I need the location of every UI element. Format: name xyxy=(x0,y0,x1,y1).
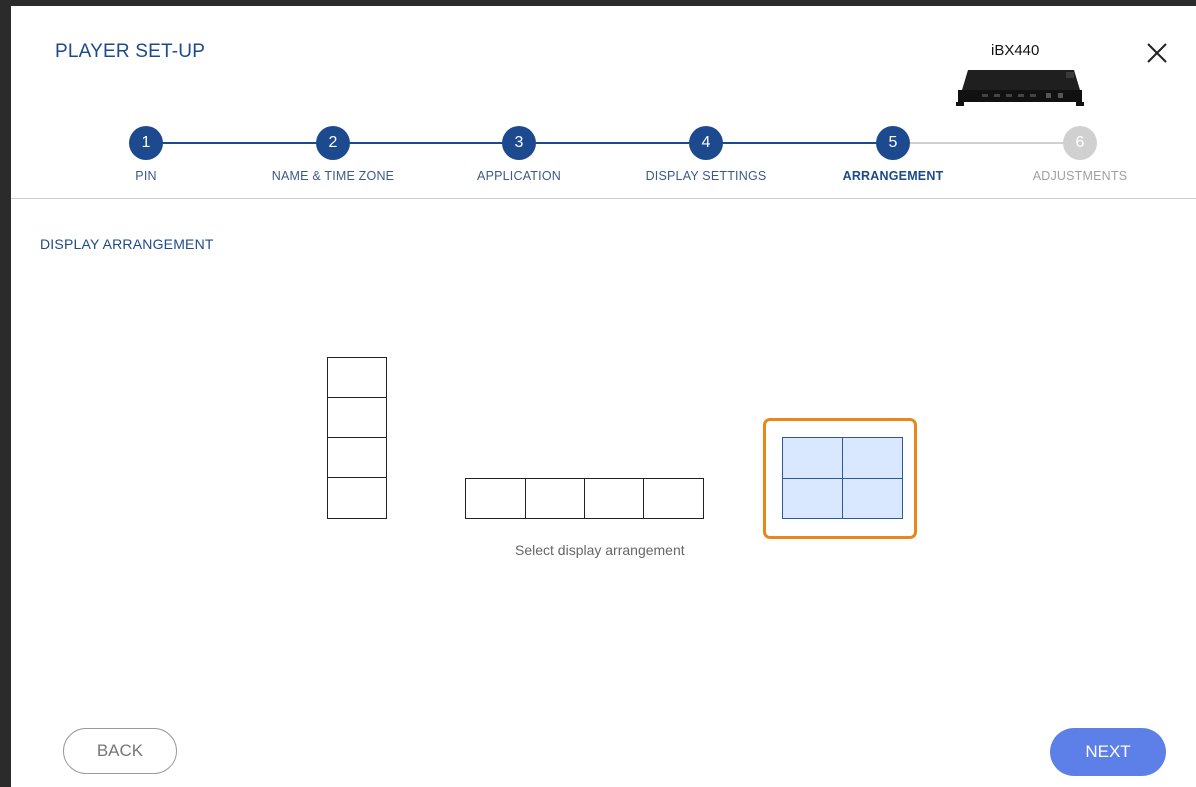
step-3-label[interactable]: APPLICATION xyxy=(429,169,609,183)
display-cell xyxy=(643,478,704,519)
back-button[interactable]: BACK xyxy=(63,728,177,774)
step-4-circle[interactable]: 4 xyxy=(689,126,723,160)
next-button[interactable]: NEXT xyxy=(1050,728,1166,776)
step-number: 1 xyxy=(141,134,151,151)
step-5-circle[interactable]: 5 xyxy=(876,126,910,160)
section-title: DISPLAY ARRANGEMENT xyxy=(40,236,214,252)
step-number: 3 xyxy=(514,134,524,151)
display-cell xyxy=(782,478,843,519)
page-title: PLAYER SET-UP xyxy=(55,41,206,62)
media-player-device-image xyxy=(956,70,1084,106)
step-1-label[interactable]: PIN xyxy=(56,169,236,183)
window-left-edge xyxy=(0,0,11,787)
close-icon[interactable] xyxy=(1142,38,1172,68)
arrangement-option-vertical[interactable] xyxy=(327,357,387,519)
step-number: 6 xyxy=(1075,134,1085,151)
step-2-circle[interactable]: 2 xyxy=(316,126,350,160)
display-cell xyxy=(584,478,644,519)
step-2-label[interactable]: NAME & TIME ZONE xyxy=(243,169,423,183)
arrangement-option-horizontal[interactable] xyxy=(465,478,704,519)
step-number: 5 xyxy=(888,134,898,151)
display-cell xyxy=(782,437,843,479)
display-cell xyxy=(327,397,387,439)
display-cell xyxy=(842,437,903,479)
arrangement-hint: Select display arrangement xyxy=(515,542,685,558)
step-3-circle[interactable]: 3 xyxy=(502,126,536,160)
display-cell xyxy=(525,478,585,519)
display-cell xyxy=(327,477,387,519)
step-4-label[interactable]: DISPLAY SETTINGS xyxy=(616,169,796,183)
step-6-circle: 6 xyxy=(1063,126,1097,160)
header-divider xyxy=(11,198,1196,199)
step-number: 2 xyxy=(328,134,338,151)
display-cell xyxy=(465,478,526,519)
display-cell xyxy=(327,357,387,399)
display-cell xyxy=(842,478,903,519)
stepper-line-pending xyxy=(886,142,1081,144)
display-cell xyxy=(327,437,387,479)
window-top-edge xyxy=(0,0,1196,6)
step-number: 4 xyxy=(701,134,711,151)
device-model-label: iBX440 xyxy=(991,42,1040,59)
step-1-circle[interactable]: 1 xyxy=(129,126,163,160)
step-6-label: ADJUSTMENTS xyxy=(1032,169,1128,183)
arrangement-option-grid[interactable] xyxy=(782,437,903,519)
step-5-label[interactable]: ARRANGEMENT xyxy=(803,169,983,183)
